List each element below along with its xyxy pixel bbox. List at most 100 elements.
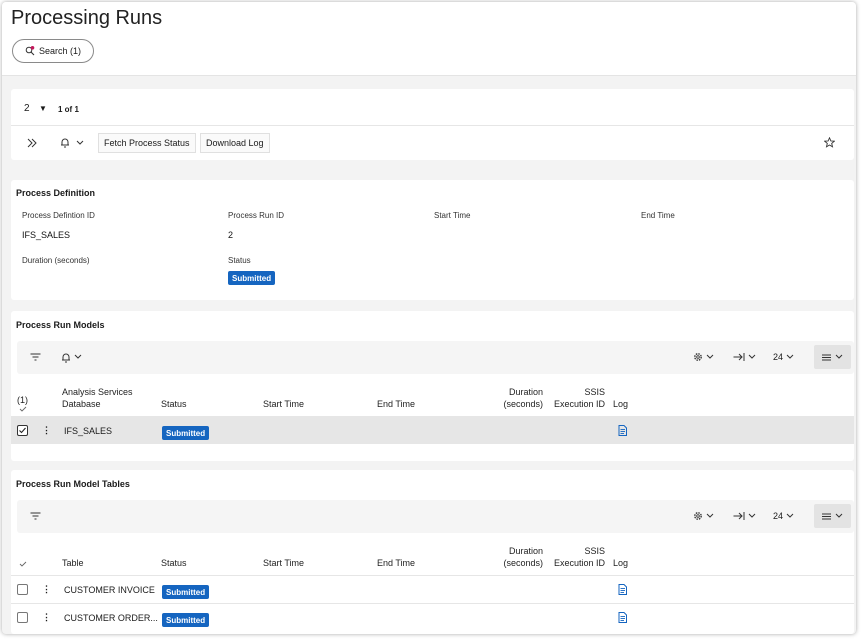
app-window: Processing Runs Search (1) 2 ▼ 1 of 1 Fe… <box>2 2 856 634</box>
selected-count: (1) <box>17 395 28 405</box>
caret-down-icon[interactable]: ▼ <box>39 104 47 113</box>
cell-table: CUSTOMER ORDER... <box>64 613 158 623</box>
export-button[interactable] <box>733 509 756 523</box>
status-badge: Submitted <box>162 585 210 599</box>
column-header-log[interactable]: Log <box>613 398 628 410</box>
record-selector: 2 ▼ 1 of 1 <box>11 89 854 126</box>
process-definition-card: Process Definition Process Defintion ID … <box>11 180 854 300</box>
models-grid-toolbar: 24 <box>17 341 854 374</box>
log-document-icon[interactable] <box>618 584 627 595</box>
more-vert-icon[interactable]: ⋮ <box>42 612 51 623</box>
cell-table: CUSTOMER INVOICE <box>64 585 155 595</box>
chevron-down-icon <box>786 354 794 360</box>
column-header-log[interactable]: Log <box>613 557 628 569</box>
list-view-icon <box>822 513 831 520</box>
status-badge: Submitted <box>162 613 210 627</box>
bell-icon <box>61 352 71 363</box>
header-line: Analysis Services <box>62 387 133 397</box>
export-button[interactable] <box>733 350 756 364</box>
row-checkbox[interactable] <box>17 425 28 436</box>
settings-icon <box>693 511 703 521</box>
header-line: SSIS <box>584 546 605 556</box>
column-header-end-time[interactable]: End Time <box>377 398 415 410</box>
star-icon[interactable] <box>824 137 835 148</box>
run-id-label: Process Run ID <box>228 211 285 220</box>
header-line: Execution ID <box>553 558 605 568</box>
header-line: SSIS <box>584 387 605 397</box>
column-header-duration[interactable]: Duration (seconds) <box>489 386 543 410</box>
log-document-icon[interactable] <box>618 425 627 436</box>
search-icon <box>25 46 35 56</box>
list-view-button[interactable] <box>814 504 851 528</box>
column-header-status[interactable]: Status <box>161 398 187 410</box>
notifications-button[interactable] <box>60 137 84 148</box>
run-id-value: 2 <box>228 230 234 240</box>
column-header-start-time[interactable]: Start Time <box>263 557 304 569</box>
page-size-value: 24 <box>773 352 784 362</box>
list-view-button[interactable] <box>814 345 851 369</box>
column-header-database[interactable]: Analysis Services Database <box>62 386 133 410</box>
command-toolbar: Fetch Process Status Download Log <box>11 127 854 160</box>
log-document-icon[interactable] <box>618 612 627 623</box>
cell-database: IFS_SALES <box>64 426 113 436</box>
more-vert-icon[interactable]: ⋮ <box>42 584 51 595</box>
chevron-down-icon <box>76 140 84 146</box>
checkmark-icon[interactable] <box>19 561 27 567</box>
process-run-model-tables-card: Process Run Model Tables 24 Table Status… <box>11 470 854 634</box>
settings-icon <box>693 352 703 362</box>
filter-icon[interactable] <box>30 350 41 364</box>
page-size-value: 24 <box>773 511 784 521</box>
header-line: (seconds) <box>503 399 543 409</box>
arrow-right-bar-icon <box>733 511 745 521</box>
column-header-end-time[interactable]: End Time <box>377 557 415 569</box>
status-label: Status <box>228 256 251 265</box>
settings-button[interactable] <box>693 350 714 364</box>
end-time-label: End Time <box>641 211 675 220</box>
column-header-start-time[interactable]: Start Time <box>263 398 304 410</box>
arrow-right-bar-icon <box>733 352 745 362</box>
column-header-table[interactable]: Table <box>62 557 84 569</box>
duration-label: Duration (seconds) <box>22 256 90 265</box>
column-header-status[interactable]: Status <box>161 557 187 569</box>
status-badge: Submitted <box>228 271 276 285</box>
fetch-process-status-button[interactable]: Fetch Process Status <box>98 133 196 153</box>
filter-icon[interactable] <box>30 509 41 523</box>
list-view-icon <box>822 354 831 361</box>
page-size-selector[interactable]: 24 <box>773 350 794 364</box>
table-row[interactable]: ⋮ CUSTOMER INVOICE Submitted <box>11 575 854 603</box>
table-row[interactable]: ⋮ IFS_SALES Submitted <box>11 416 854 444</box>
page-header: Processing Runs Search (1) <box>2 2 856 76</box>
header-line: Database <box>62 399 101 409</box>
table-row[interactable]: ⋮ CUSTOMER ORDER... Submitted <box>11 603 854 631</box>
download-log-button[interactable]: Download Log <box>200 133 270 153</box>
chevron-down-icon <box>74 354 82 360</box>
notifications-button[interactable] <box>61 350 82 364</box>
expand-icon[interactable] <box>27 138 37 148</box>
header-line: Execution ID <box>553 399 605 409</box>
record-number[interactable]: 2 <box>24 103 30 114</box>
page-size-selector[interactable]: 24 <box>773 509 794 523</box>
row-checkbox[interactable] <box>17 612 28 623</box>
section-title: Process Run Models <box>16 320 105 330</box>
chevron-down-icon <box>748 513 756 519</box>
column-header-duration[interactable]: Duration (seconds) <box>489 545 543 569</box>
tables-grid-toolbar: 24 <box>17 500 854 533</box>
chevron-down-icon <box>835 354 843 360</box>
search-button[interactable]: Search (1) <box>12 39 94 63</box>
checkmark-icon[interactable] <box>19 406 27 412</box>
more-vert-icon[interactable]: ⋮ <box>42 425 51 436</box>
chevron-down-icon <box>748 354 756 360</box>
record-count: 1 of 1 <box>58 105 79 114</box>
chevron-down-icon <box>835 513 843 519</box>
column-header-ssis-execution-id[interactable]: SSIS Execution ID <box>549 386 605 410</box>
settings-button[interactable] <box>693 509 714 523</box>
row-checkbox[interactable] <box>17 584 28 595</box>
chevron-down-icon <box>706 354 714 360</box>
column-header-ssis-execution-id[interactable]: SSIS Execution ID <box>549 545 605 569</box>
start-time-label: Start Time <box>434 211 471 220</box>
search-label: Search (1) <box>38 46 82 56</box>
section-title: Process Run Model Tables <box>16 479 130 489</box>
chevron-down-icon <box>706 513 714 519</box>
header-line: Duration <box>508 546 543 556</box>
page-title: Processing Runs <box>11 7 163 29</box>
